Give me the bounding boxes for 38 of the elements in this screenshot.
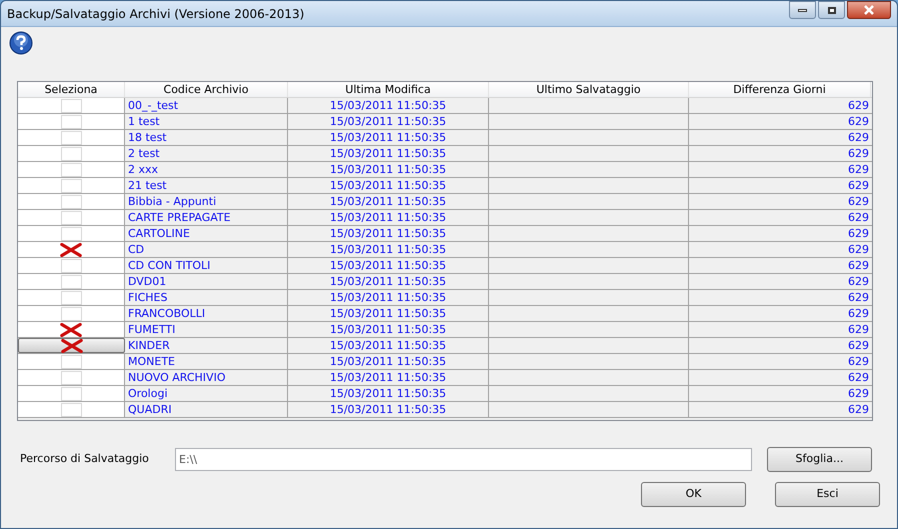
checkbox[interactable]: [60, 274, 82, 288]
checkbox[interactable]: [60, 354, 82, 368]
row-selector[interactable]: [18, 322, 125, 337]
help-icon[interactable]: [9, 31, 33, 55]
column-header[interactable]: Codice Archivio: [125, 82, 288, 97]
checkbox[interactable]: [60, 146, 82, 160]
column-header[interactable]: Seleziona: [18, 82, 125, 97]
checkbox[interactable]: [60, 386, 82, 400]
column-header[interactable]: Ultimo Salvataggio: [489, 82, 689, 97]
window-title: Backup/Salvataggio Archivi (Versione 2006-2013): [7, 6, 304, 22]
checkbox[interactable]: [60, 258, 82, 272]
column-header[interactable]: Differenza Giorni: [689, 82, 871, 97]
checkbox[interactable]: [60, 402, 82, 416]
checkbox[interactable]: [60, 226, 82, 240]
path-label: Percorso di Salvataggio: [19, 450, 150, 467]
path-field[interactable]: E:\\: [175, 448, 752, 470]
checkbox[interactable]: [60, 98, 82, 112]
row-selector[interactable]: [18, 338, 125, 353]
checkbox[interactable]: [60, 114, 82, 128]
dialog-button[interactable]: Esci: [775, 482, 880, 507]
checkbox[interactable]: [60, 194, 82, 208]
minimize-icon: [798, 8, 807, 12]
checkbox[interactable]: [60, 290, 82, 304]
minimize-button[interactable]: [789, 1, 816, 19]
row-selector[interactable]: [18, 242, 125, 257]
checkbox[interactable]: [60, 210, 82, 224]
checkbox[interactable]: [60, 370, 82, 384]
maximize-icon: [828, 6, 836, 14]
checkbox[interactable]: [60, 130, 82, 144]
checkbox[interactable]: [60, 178, 82, 192]
close-icon: [863, 5, 875, 15]
checkbox[interactable]: [60, 162, 82, 176]
checkbox[interactable]: [60, 306, 82, 320]
maximize-button[interactable]: [818, 1, 845, 19]
dialog-button[interactable]: OK: [641, 482, 746, 507]
browse-button[interactable]: Sfoglia...: [767, 446, 872, 472]
close-button[interactable]: [847, 1, 891, 19]
column-header[interactable]: Ultima Modifica: [288, 82, 489, 97]
